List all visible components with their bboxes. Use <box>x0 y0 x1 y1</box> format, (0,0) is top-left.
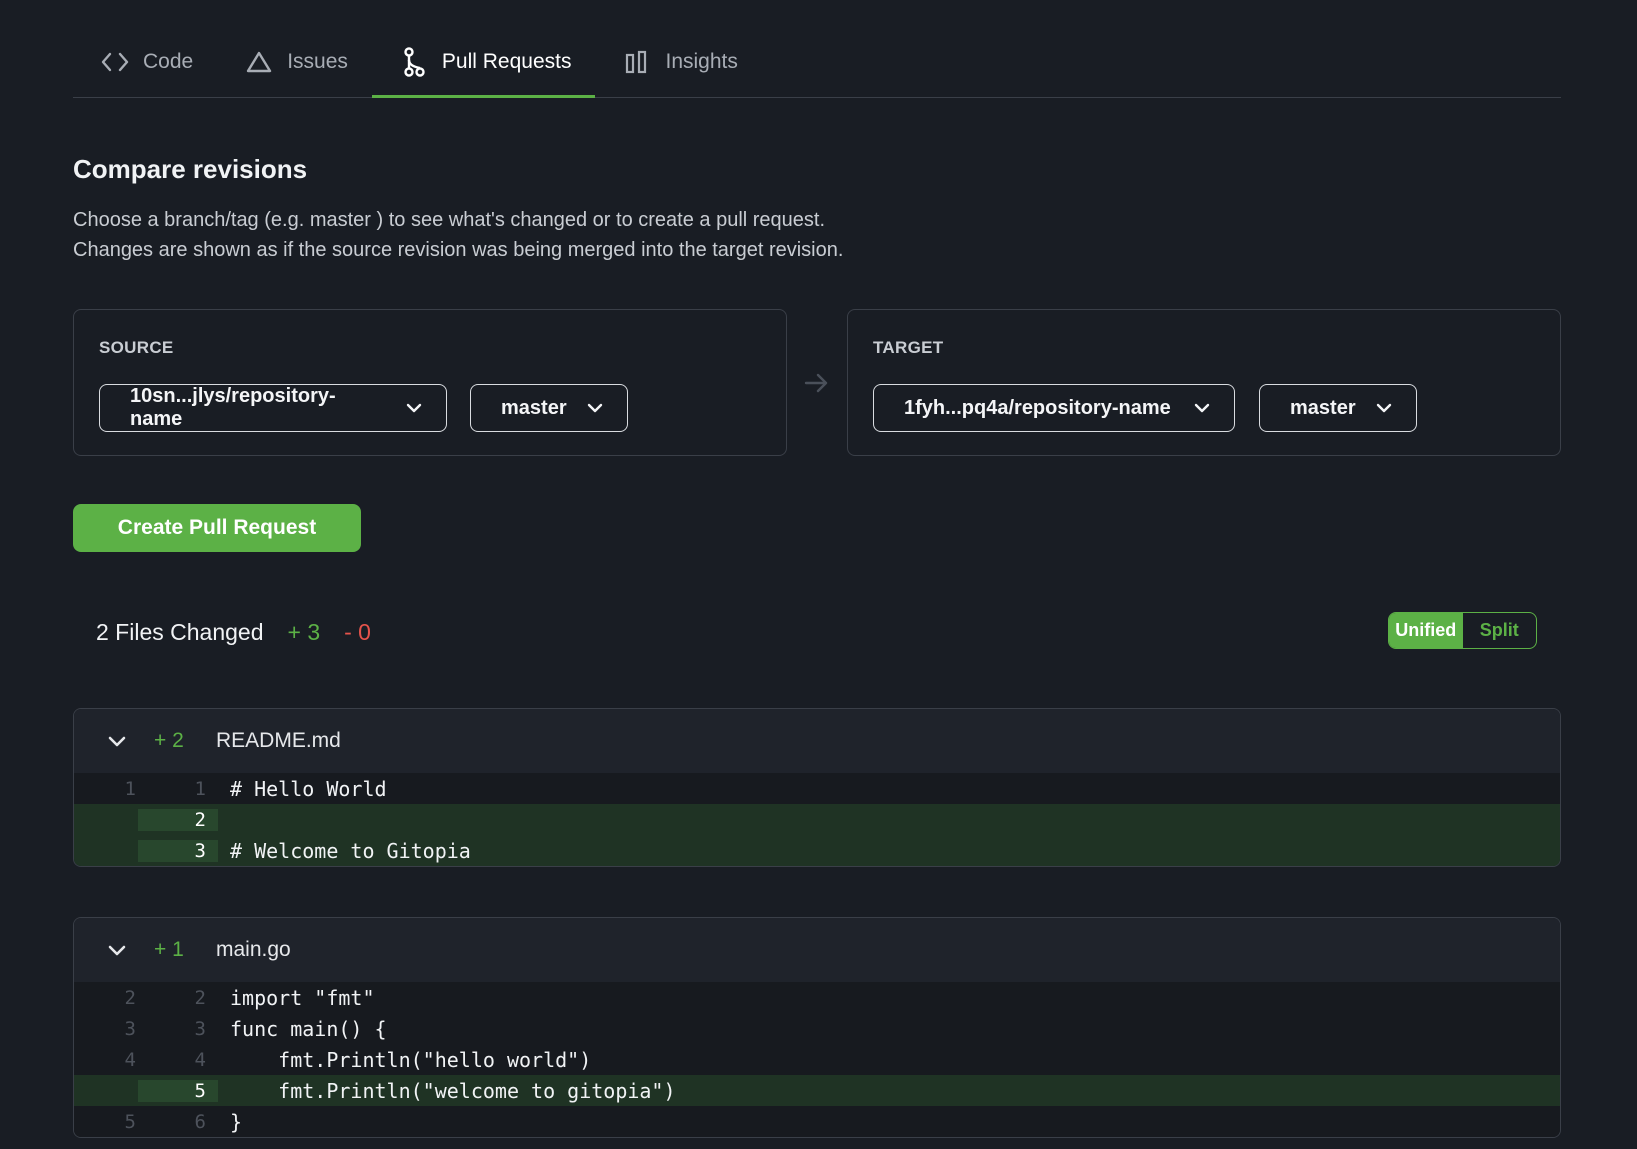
new-line-number: 4 <box>194 1048 206 1071</box>
tab-pull-requests-label: Pull Requests <box>441 49 572 73</box>
issues-icon <box>245 48 273 76</box>
code-line: # Hello World <box>230 776 387 801</box>
new-line-number: 3 <box>194 1017 206 1040</box>
page-title: Compare revisions <box>73 154 308 184</box>
diff-line: 2 2 import "fmt" <box>74 982 1560 1013</box>
diff-line-added: 2 <box>74 804 1560 835</box>
tab-insights-label: Insights <box>665 49 738 73</box>
code-line: fmt.Println("hello world") <box>230 1047 592 1072</box>
target-panel: TARGET 1fyh...pq4a/repository-name maste… <box>847 309 1561 456</box>
target-branch-value: master <box>1290 396 1356 419</box>
collapse-chevron-icon[interactable] <box>106 939 128 961</box>
source-label: SOURCE <box>99 338 174 357</box>
source-repo-select[interactable]: 10sn...jlys/repository-name <box>99 384 447 432</box>
code-line: fmt.Println("welcome to gitopia") <box>230 1078 676 1103</box>
tab-code[interactable]: Code <box>73 34 217 97</box>
additions-count: + 3 <box>287 618 321 645</box>
file-name: README.md <box>216 729 341 752</box>
code-line: func main() { <box>230 1016 387 1041</box>
files-changed-count: 2 Files Changed <box>96 618 264 645</box>
diff-line: 1 1 # Hello World <box>74 773 1560 804</box>
diff-summary: 2 Files Changed + 3 - 0 <box>96 616 371 648</box>
target-label: TARGET <box>873 338 944 357</box>
tab-issues[interactable]: Issues <box>217 34 372 97</box>
file-additions: + 1 <box>154 938 184 961</box>
new-line-number: 6 <box>194 1110 206 1133</box>
tab-insights[interactable]: Insights <box>595 34 761 97</box>
source-panel: SOURCE 10sn...jlys/repository-name maste… <box>73 309 787 456</box>
collapse-chevron-icon[interactable] <box>106 730 128 752</box>
code-icon <box>101 48 129 76</box>
diff-file-header: + 1 main.go <box>74 918 1560 982</box>
source-repo-value: 10sn...jlys/repository-name <box>130 385 336 430</box>
tab-pull-requests[interactable]: Pull Requests <box>371 34 596 98</box>
diff-file-readme: + 2 README.md 1 1 # Hello World 2 3 # We… <box>73 708 1561 867</box>
pull-request-icon <box>400 46 428 77</box>
old-line-number: 2 <box>124 986 136 1009</box>
unified-view-button[interactable]: Unified <box>1389 613 1463 648</box>
old-line-number: 4 <box>124 1048 136 1071</box>
insights-icon <box>623 48 651 76</box>
chevron-down-icon <box>404 398 424 418</box>
diff-line: 4 4 fmt.Println("hello world") <box>74 1044 1560 1075</box>
diff-line-added: 5 fmt.Println("welcome to gitopia") <box>74 1075 1560 1106</box>
diff-line: 3 3 func main() { <box>74 1013 1560 1044</box>
page: Code Issues Pull Requests Insights Compa… <box>0 0 1637 1149</box>
new-line-number: 2 <box>138 808 218 831</box>
source-branch-select[interactable]: master <box>470 384 628 432</box>
tab-code-label: Code <box>143 49 194 73</box>
target-repo-value: 1fyh...pq4a/repository-name <box>904 396 1171 419</box>
chevron-down-icon <box>1374 398 1394 418</box>
code-line: } <box>230 1109 243 1134</box>
diff-line-added: 3 # Welcome to Gitopia <box>74 835 1560 866</box>
description-line-2: Changes are shown as if the source revis… <box>73 239 844 261</box>
target-branch-select[interactable]: master <box>1259 384 1417 432</box>
diff-line: 5 6 } <box>74 1106 1560 1137</box>
old-line-number: 3 <box>124 1017 136 1040</box>
code-line: import "fmt" <box>230 985 375 1010</box>
deletions-count: - 0 <box>344 618 371 645</box>
file-additions: + 2 <box>154 729 184 752</box>
new-line-number: 1 <box>194 777 206 800</box>
source-branch-value: master <box>501 396 567 419</box>
repo-tabs: Code Issues Pull Requests Insights <box>73 34 1561 98</box>
chevron-down-icon <box>1192 398 1212 418</box>
file-name: main.go <box>216 938 291 961</box>
chevron-down-icon <box>585 398 605 418</box>
diff-view-toggle: Unified Split <box>1388 612 1537 649</box>
create-pull-request-button[interactable]: Create Pull Request <box>73 504 361 552</box>
description-line-1: Choose a branch/tag (e.g. master ) to se… <box>73 209 826 231</box>
old-line-number: 1 <box>124 777 136 800</box>
diff-file-main-go: + 1 main.go 2 2 import "fmt" 3 3 func ma… <box>73 917 1561 1138</box>
split-view-button[interactable]: Split <box>1463 613 1537 648</box>
arrow-right-icon <box>804 372 830 394</box>
tab-issues-label: Issues <box>287 49 348 73</box>
code-line: # Welcome to Gitopia <box>230 838 471 863</box>
new-line-number: 2 <box>194 986 206 1009</box>
compare-description: Choose a branch/tag (e.g. master ) to se… <box>73 205 843 265</box>
new-line-number: 3 <box>138 839 218 862</box>
new-line-number: 5 <box>138 1079 218 1102</box>
diff-file-header: + 2 README.md <box>74 709 1560 773</box>
target-repo-select[interactable]: 1fyh...pq4a/repository-name <box>873 384 1235 432</box>
old-line-number: 5 <box>124 1110 136 1133</box>
